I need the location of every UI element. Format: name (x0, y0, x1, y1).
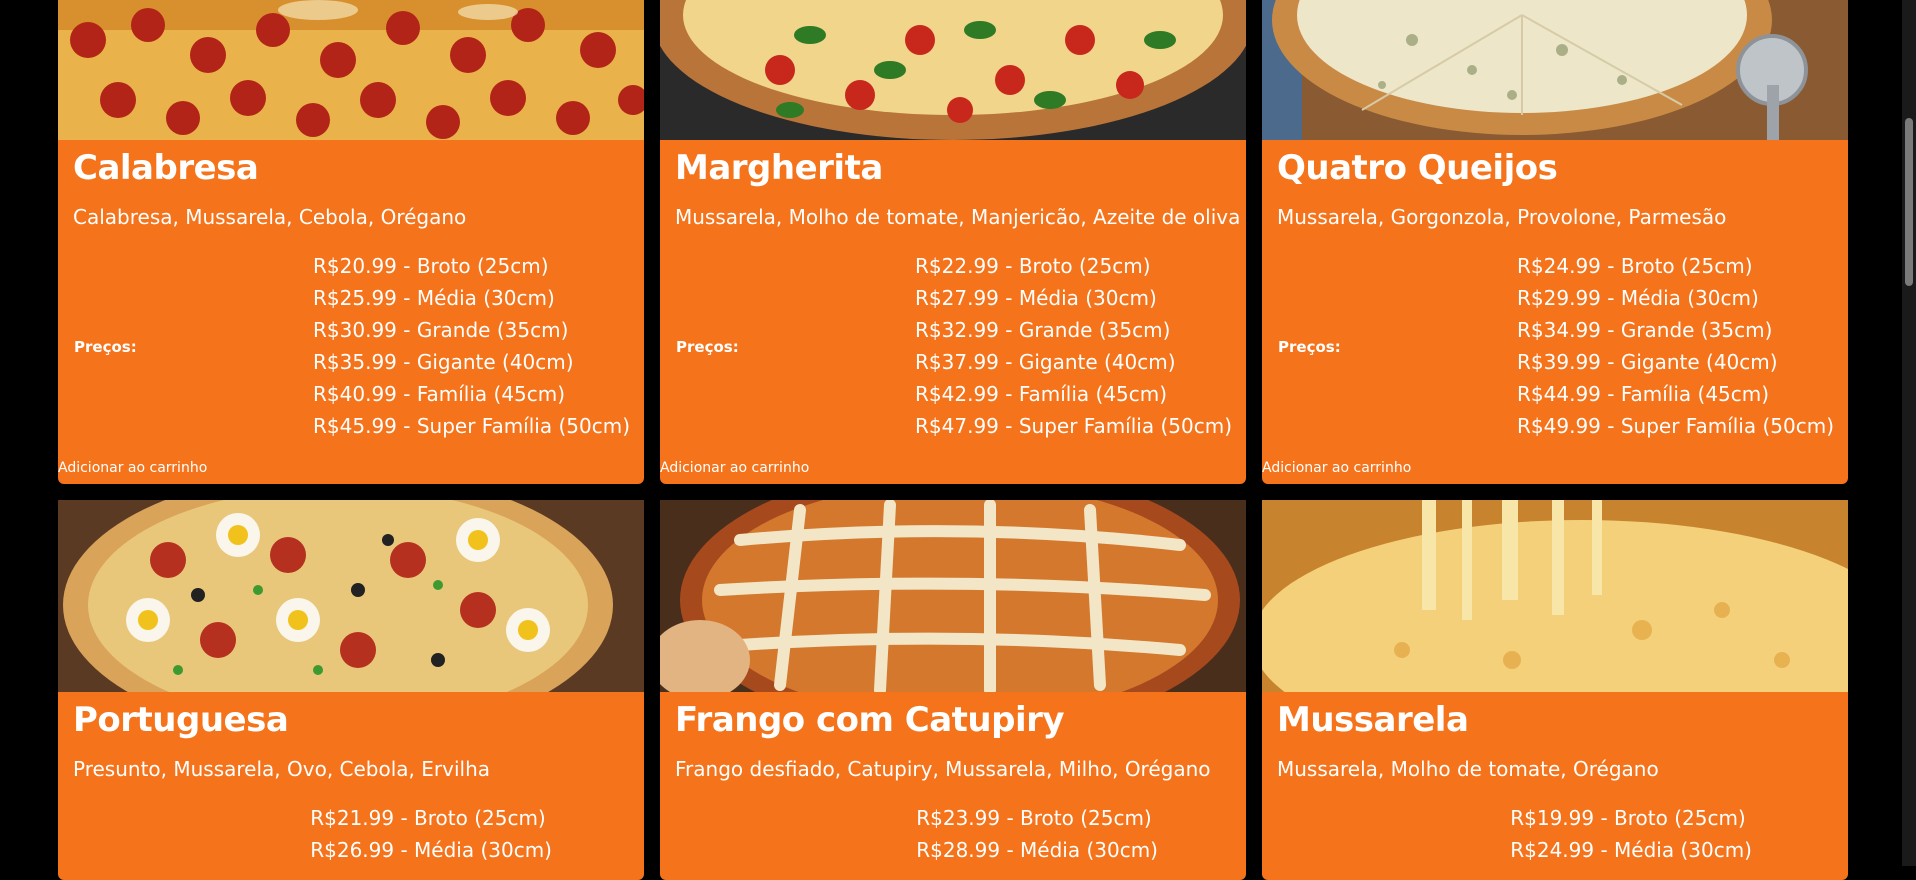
pizza-ingredients: Calabresa, Mussarela, Cebola, Orégano (73, 205, 467, 229)
pizza-photo-portuguesa (58, 500, 644, 692)
pizza-name: Calabresa (73, 148, 259, 188)
price-list: R$24.99 - Broto (25cm) R$29.99 - Média (… (1517, 250, 1834, 442)
price-item: R$47.99 - Super Família (50cm) (915, 414, 1232, 438)
add-to-cart-button[interactable]: Adicionar ao carrinho (58, 460, 207, 476)
price-item: R$20.99 - Broto (25cm) (313, 254, 549, 278)
pizza-photo-quatro-queijos (1262, 0, 1848, 140)
price-list: R$23.99 - Broto (25cm) R$28.99 - Média (… (916, 802, 1158, 866)
pizza-photo-mussarela (1262, 500, 1848, 692)
add-to-cart-button[interactable]: Adicionar ao carrinho (1262, 460, 1411, 476)
pizza-ingredients: Frango desfiado, Catupiry, Mussarela, Mi… (675, 757, 1211, 781)
pizza-photo-margherita (660, 0, 1246, 140)
pizza-name: Portuguesa (73, 700, 289, 740)
pizza-photo-frango-com-catupiry (660, 500, 1246, 692)
add-to-cart-button[interactable]: Adicionar ao carrinho (660, 460, 809, 476)
pizza-ingredients: Presunto, Mussarela, Ovo, Cebola, Ervilh… (73, 757, 491, 781)
price-item: R$45.99 - Super Família (50cm) (313, 414, 630, 438)
price-list: R$19.99 - Broto (25cm) R$24.99 - Média (… (1510, 802, 1752, 866)
scrollbar-thumb[interactable] (1905, 118, 1913, 286)
price-item: R$24.99 - Broto (25cm) (1517, 254, 1753, 278)
price-item: R$28.99 - Média (30cm) (916, 838, 1158, 862)
price-item: R$30.99 - Grande (35cm) (313, 318, 569, 342)
price-item: R$49.99 - Super Família (50cm) (1517, 414, 1834, 438)
price-item: R$24.99 - Média (30cm) (1510, 838, 1752, 862)
price-list: R$20.99 - Broto (25cm) R$25.99 - Média (… (313, 250, 630, 442)
price-item: R$29.99 - Média (30cm) (1517, 286, 1759, 310)
pizza-name: Margherita (675, 148, 883, 188)
pizza-photo-calabresa (58, 0, 644, 140)
price-item: R$19.99 - Broto (25cm) (1510, 806, 1746, 830)
price-list: R$22.99 - Broto (25cm) R$27.99 - Média (… (915, 250, 1232, 442)
pizza-card-portuguesa: Portuguesa Presunto, Mussarela, Ovo, Ceb… (58, 500, 644, 880)
price-item: R$39.99 - Gigante (40cm) (1517, 350, 1778, 374)
prices-label: Preços: (74, 338, 137, 356)
prices-label: Preços: (676, 338, 739, 356)
pizza-ingredients: Mussarela, Molho de tomate, Orégano (1277, 757, 1659, 781)
price-item: R$37.99 - Gigante (40cm) (915, 350, 1176, 374)
pizza-name: Mussarela (1277, 700, 1469, 740)
pizza-card-calabresa: Calabresa Calabresa, Mussarela, Cebola, … (58, 0, 644, 484)
price-item: R$23.99 - Broto (25cm) (916, 806, 1152, 830)
pizza-name: Quatro Queijos (1277, 148, 1558, 188)
page-scrollbar[interactable] (1902, 0, 1916, 866)
pizza-ingredients: Mussarela, Molho de tomate, Manjericão, … (675, 205, 1241, 229)
pizza-card-frango-com-catupiry: Frango com Catupiry Frango desfiado, Cat… (660, 500, 1246, 880)
price-list: R$21.99 - Broto (25cm) R$26.99 - Média (… (310, 802, 552, 866)
price-item: R$27.99 - Média (30cm) (915, 286, 1157, 310)
pizza-ingredients: Mussarela, Gorgonzola, Provolone, Parmes… (1277, 205, 1727, 229)
price-item: R$34.99 - Grande (35cm) (1517, 318, 1773, 342)
prices-label: Preços: (1278, 338, 1341, 356)
price-item: R$35.99 - Gigante (40cm) (313, 350, 574, 374)
pizza-card-mussarela: Mussarela Mussarela, Molho de tomate, Or… (1262, 500, 1848, 880)
price-item: R$25.99 - Média (30cm) (313, 286, 555, 310)
price-item: R$26.99 - Média (30cm) (310, 838, 552, 862)
price-item: R$44.99 - Família (45cm) (1517, 382, 1770, 406)
pizza-name: Frango com Catupiry (675, 700, 1065, 740)
pizza-card-quatro-queijos: Quatro Queijos Mussarela, Gorgonzola, Pr… (1262, 0, 1848, 484)
price-item: R$22.99 - Broto (25cm) (915, 254, 1151, 278)
pizza-card-margherita: Margherita Mussarela, Molho de tomate, M… (660, 0, 1246, 484)
pizza-grid: Calabresa Calabresa, Mussarela, Cebola, … (58, 0, 1848, 880)
price-item: R$32.99 - Grande (35cm) (915, 318, 1171, 342)
price-item: R$21.99 - Broto (25cm) (310, 806, 546, 830)
price-item: R$40.99 - Família (45cm) (313, 382, 566, 406)
price-item: R$42.99 - Família (45cm) (915, 382, 1168, 406)
